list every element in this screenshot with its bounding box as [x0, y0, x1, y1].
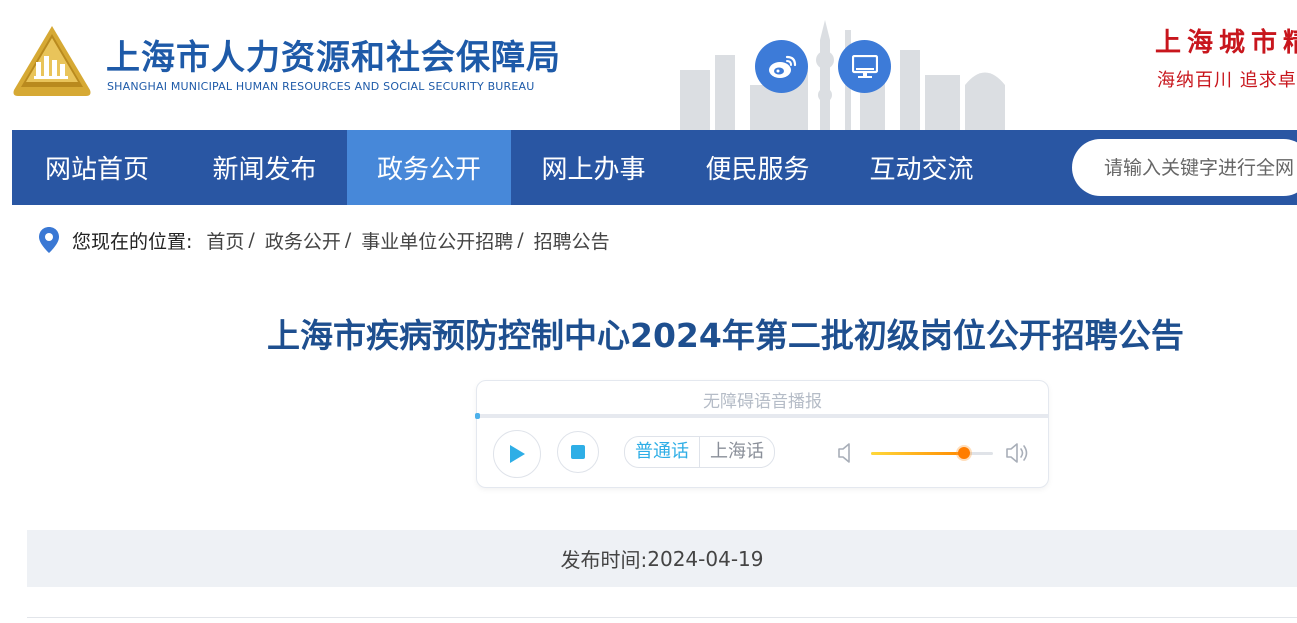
nav-citizen-services[interactable]: 便民服务	[676, 130, 839, 205]
breadcrumb-separator: /	[344, 229, 352, 251]
nav-home[interactable]: 网站首页	[12, 130, 182, 205]
breadcrumb: 您现在的位置: 首页 / 政务公开 / 事业单位公开招聘 / 招聘公告	[38, 225, 610, 255]
location-pin-icon	[39, 227, 59, 253]
pc-version-button[interactable]	[838, 40, 891, 93]
breadcrumb-separator: /	[517, 229, 524, 251]
breadcrumb-home[interactable]: 首页	[206, 227, 244, 254]
monitor-icon	[851, 54, 878, 78]
lang-shanghainese-option[interactable]: 上海话	[699, 437, 774, 467]
search-input[interactable]	[1102, 155, 1297, 180]
stop-icon	[571, 445, 585, 459]
volume-slider-knob[interactable]	[957, 447, 970, 459]
nav-online-services[interactable]: 网上办事	[511, 130, 676, 205]
stop-button[interactable]	[557, 431, 599, 473]
site-title-cn: 上海市人力资源和社会保障局	[106, 38, 561, 78]
playback-progress-bar[interactable]	[475, 413, 1048, 419]
site-header: 上海市人力资源和社会保障局 SHANGHAI MUNICIPAL HUMAN R…	[0, 0, 1297, 130]
city-spirit-slogan: 上海城市精	[1155, 28, 1297, 58]
breadcrumb-announcement[interactable]: 招聘公告	[534, 227, 610, 254]
play-button[interactable]	[493, 430, 541, 478]
progress-handle[interactable]	[475, 413, 480, 419]
nav-gov-affairs[interactable]: 政务公开	[347, 130, 511, 205]
lang-mandarin-option[interactable]: 普通话	[625, 437, 699, 467]
volume-slider[interactable]	[871, 447, 993, 459]
breadcrumb-recruitment[interactable]: 事业单位公开招聘	[361, 227, 513, 254]
language-toggle: 普通话 上海话	[624, 436, 775, 468]
divider	[27, 617, 1297, 618]
play-icon	[510, 445, 525, 463]
player-title: 无障碍语音播报	[703, 392, 822, 412]
nav-interaction[interactable]: 互动交流	[839, 130, 1004, 205]
publish-date: 2024-04-19	[647, 546, 764, 571]
breadcrumb-prefix: 您现在的位置:	[72, 230, 193, 253]
main-nav: 网站首页 新闻发布 政务公开 网上办事 便民服务 互动交流	[12, 130, 1297, 205]
volume-high-icon[interactable]	[1005, 440, 1031, 466]
publish-info-bar: 发布时间: 2024-04-19	[27, 530, 1297, 587]
search-box	[1072, 139, 1297, 196]
bureau-emblem-logo[interactable]	[10, 24, 94, 100]
weibo-icon	[768, 55, 796, 78]
volume-low-icon[interactable]	[837, 441, 853, 465]
site-title-en: SHANGHAI MUNICIPAL HUMAN RESOURCES AND S…	[107, 80, 535, 93]
weibo-button[interactable]	[755, 40, 808, 93]
volume-slider-fill	[871, 452, 964, 455]
accessibility-audio-player: 无障碍语音播报 普通话 上海话	[475, 380, 1049, 488]
city-spirit-subslogan: 海纳百川 追求卓	[1157, 70, 1297, 91]
breadcrumb-gov-affairs[interactable]: 政务公开	[265, 227, 341, 254]
article-title: 上海市疾病预防控制中心2024年第二批初级岗位公开招聘公告	[267, 316, 1184, 355]
publish-label: 发布时间:	[560, 548, 648, 572]
breadcrumb-separator: /	[248, 229, 255, 251]
nav-news[interactable]: 新闻发布	[182, 130, 347, 205]
